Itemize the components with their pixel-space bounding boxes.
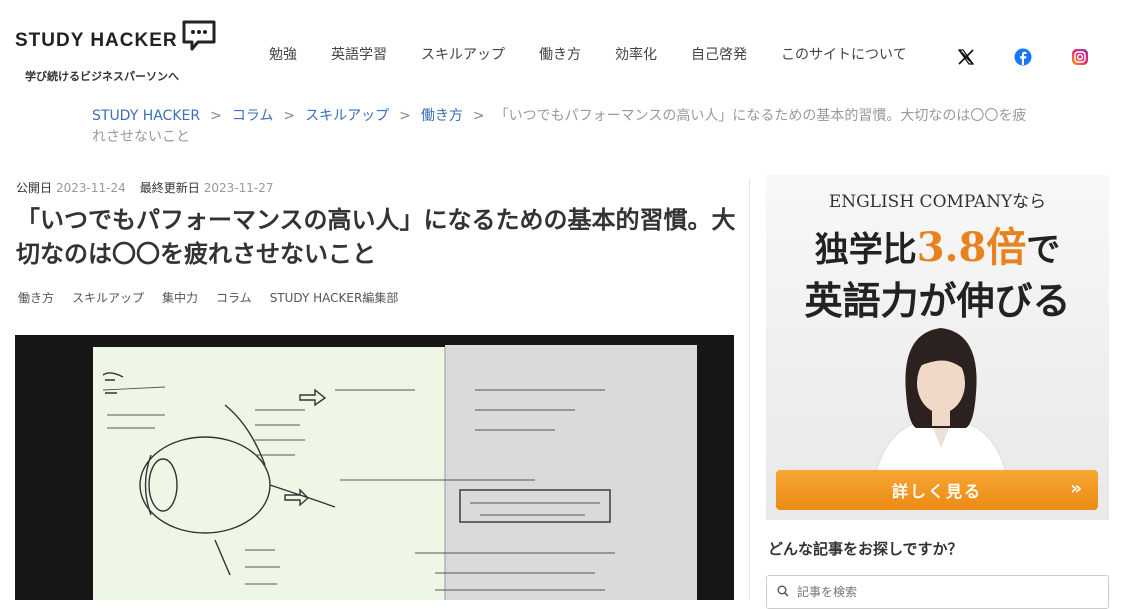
nav-item-about[interactable]: このサイトについて: [764, 44, 924, 64]
tag-link[interactable]: STUDY HACKER編集部: [270, 289, 399, 306]
ad-claim: 独学比3.8倍で: [766, 215, 1109, 273]
ad-claim-suffix: で: [1026, 230, 1061, 270]
published-label: 公開日: [16, 181, 53, 195]
breadcrumb-home[interactable]: STUDY HACKER: [92, 108, 200, 124]
article-tags: 働き方 スキルアップ 集中力 コラム STUDY HACKER編集部: [18, 289, 416, 306]
tag-link[interactable]: 働き方: [18, 289, 54, 306]
breadcrumb-separator: >: [283, 108, 296, 124]
ad-claim-highlight: 3.8倍: [916, 224, 1027, 271]
search-box[interactable]: [766, 575, 1109, 609]
tag-link[interactable]: 集中力: [162, 289, 198, 306]
site-header: STUDY HACKER 学び続けるビジネスパーソンへ 勉強 英語学習 スキルア…: [0, 0, 1124, 100]
logo-text: STUDY HACKER: [15, 30, 178, 51]
search-icon: [777, 585, 789, 597]
nav-item-efficiency[interactable]: 効率化: [598, 44, 674, 64]
updated-label: 最終更新日: [139, 181, 200, 195]
breadcrumb-separator: >: [210, 108, 222, 124]
nav-item-english[interactable]: 英語学習: [314, 44, 404, 64]
article-hero-image: [15, 335, 734, 600]
nav-item-work-style[interactable]: 働き方: [522, 44, 598, 64]
search-input[interactable]: [797, 582, 1087, 602]
breadcrumb: STUDY HACKER > コラム > スキルアップ > 働き方 > 「いつでもパフォーマンス…: [92, 106, 1032, 148]
logo-tagline: 学び続けるビジネスパーソンへ: [25, 70, 179, 83]
instagram-icon[interactable]: [1071, 48, 1089, 66]
x-icon[interactable]: [957, 48, 975, 66]
eye-diagram-notebook-image: [15, 335, 734, 600]
sidebar-divider: [749, 178, 750, 600]
ad-details-button[interactable]: 詳しく見る »: [776, 470, 1098, 510]
chat-bubble-icon: [182, 20, 216, 51]
updated-date: 2023-11-27: [203, 181, 274, 195]
main-nav: 勉強 英語学習 スキルアップ 働き方 効率化 自己啓発 このサイトについて: [252, 44, 924, 64]
nav-item-self-development[interactable]: 自己啓発: [674, 44, 764, 64]
ad-button-label: 詳しく見る: [891, 482, 982, 501]
tag-link[interactable]: コラム: [216, 289, 252, 306]
tag-link[interactable]: スキルアップ: [72, 289, 144, 306]
ad-claim-prefix: 独学比: [814, 230, 917, 270]
breadcrumb-skillup[interactable]: スキルアップ: [305, 108, 389, 124]
facebook-icon[interactable]: [1014, 48, 1032, 66]
nav-item-study[interactable]: 勉強: [252, 44, 314, 64]
ad-headline: ENGLISH COMPANYなら: [828, 192, 1047, 212]
breadcrumb-column[interactable]: コラム: [232, 108, 274, 124]
site-logo[interactable]: STUDY HACKER 学び続けるビジネスパーソンへ: [15, 20, 225, 90]
article-title: 「いつでもパフォーマンスの高い人」になるための基本的習慣。大切なのは〇〇を疲れさ…: [16, 206, 736, 268]
breadcrumb-separator: >: [399, 108, 411, 124]
double-chevron-right-icon: »: [1070, 478, 1084, 499]
ad-model-photo: [875, 328, 1007, 473]
nav-item-skillup[interactable]: スキルアップ: [404, 44, 522, 64]
ad-subclaim: 英語力が伸びる: [804, 278, 1071, 323]
breadcrumb-work-style[interactable]: 働き方: [421, 108, 463, 124]
published-date: 2023-11-24: [56, 181, 126, 195]
search-heading: どんな記事をお探しですか？: [768, 540, 963, 558]
article-meta: 公開日 2023-11-24 最終更新日 2023-11-27: [16, 179, 288, 196]
sidebar-ad-banner[interactable]: ENGLISH COMPANYなら 独学比3.8倍で 英語力が伸びる 詳しく見る…: [766, 175, 1109, 520]
breadcrumb-separator: >: [472, 108, 485, 124]
